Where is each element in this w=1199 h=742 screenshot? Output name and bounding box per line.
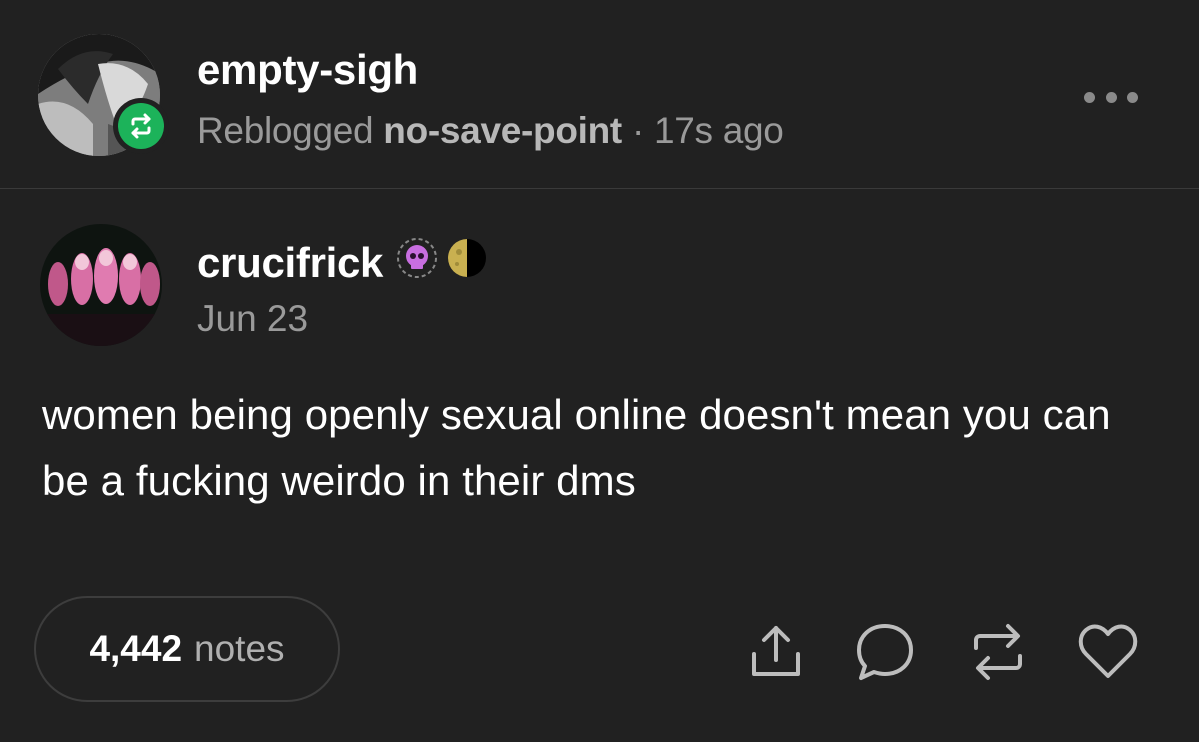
post-date: Jun 23 [197,298,309,339]
reblog-badge [113,98,169,154]
reblogger-avatar[interactable] [38,34,169,158]
reblogged-label: Reblogged [197,110,374,151]
separator: · [631,110,644,151]
share-icon[interactable] [744,620,808,684]
notes-button[interactable]: 4,442 notes [34,596,340,702]
time-ago: 17s ago [653,110,784,151]
post-author: crucifrick [197,236,489,290]
more-horizontal-icon[interactable] [1084,90,1138,104]
source-blog-link[interactable]: no-save-point [383,110,622,151]
notes-count: 4,442 [89,628,183,669]
heart-icon[interactable] [1076,620,1140,684]
reblogger-username[interactable]: empty-sigh [197,46,418,94]
reblog-icon [118,103,164,149]
skull-badge-icon [395,236,439,290]
moon-badge-icon [445,236,489,290]
author-name[interactable]: crucifrick [197,239,383,287]
reblog-icon[interactable] [966,620,1030,684]
notes-label: notes [194,628,285,669]
author-avatar[interactable] [40,224,162,346]
reblog-header: empty-sigh Reblogged no-save-point · 17s… [0,0,1199,189]
reblog-info: Reblogged no-save-point · 17s ago [197,110,784,152]
comment-icon[interactable] [853,620,917,684]
post-body-text: women being openly sexual online doesn't… [42,391,1111,504]
